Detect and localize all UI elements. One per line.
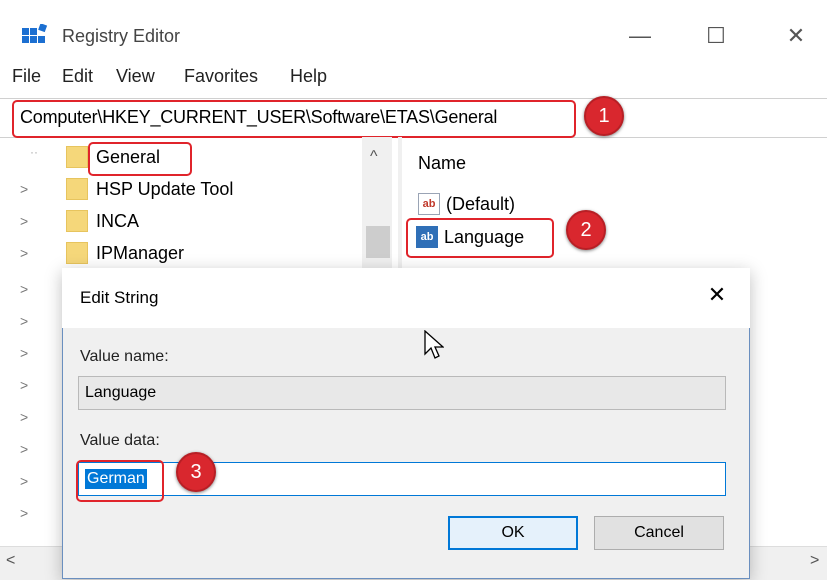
highlight-box-1 (12, 100, 576, 138)
chevron-right-icon[interactable]: > (20, 345, 28, 361)
menu-edit[interactable]: Edit (62, 66, 93, 87)
scroll-up-icon[interactable]: ^ (370, 148, 378, 166)
dialog-close-button[interactable]: ✕ (702, 280, 732, 310)
annotation-badge-3: 3 (176, 452, 216, 492)
scroll-right-icon[interactable]: > (810, 552, 819, 570)
tree-item-ipmanager[interactable]: > IPManager (0, 237, 360, 269)
value-data-label: Value data: (80, 432, 160, 449)
tree-item-label: INCA (96, 211, 140, 231)
mouse-cursor-icon (424, 330, 444, 359)
chevron-right-icon[interactable]: > (20, 505, 28, 521)
title-bar: Registry Editor — ☐ ✕ (0, 0, 827, 64)
menu-help[interactable]: Help (290, 66, 327, 87)
window-title: Registry Editor (62, 26, 181, 46)
folder-icon (66, 210, 88, 232)
highlight-box-2 (406, 218, 554, 258)
chevron-right-icon[interactable]: > (20, 377, 28, 393)
menu-file[interactable]: File (12, 66, 41, 87)
chevron-right-icon[interactable]: > (20, 245, 28, 261)
tree-item-label: HSP Update Tool (96, 179, 234, 199)
string-value-icon: ab (418, 193, 440, 215)
chevron-right-icon[interactable]: > (20, 281, 28, 297)
tree-item-inca[interactable]: > INCA (0, 205, 360, 237)
minimize-button[interactable]: — (620, 18, 660, 54)
value-name-field: Language (78, 376, 726, 410)
chevron-right-icon[interactable]: > (20, 441, 28, 457)
value-data-input[interactable]: German (78, 462, 726, 496)
scroll-left-icon[interactable]: < (6, 552, 15, 570)
value-name: (Default) (446, 194, 516, 214)
menu-favorites[interactable]: Favorites (184, 66, 258, 87)
chevron-right-icon[interactable]: > (20, 181, 28, 197)
column-header-name[interactable]: Name (418, 153, 466, 174)
chevron-right-icon[interactable]: > (20, 313, 28, 329)
annotation-badge-1: 1 (584, 96, 624, 136)
close-window-button[interactable]: ✕ (776, 18, 816, 54)
menu-view[interactable]: View (116, 66, 155, 87)
folder-icon (66, 178, 88, 200)
tree-item-label: IPManager (96, 243, 185, 263)
tree-scroll-thumb[interactable] (366, 226, 390, 258)
registry-editor-icon (22, 24, 48, 43)
highlight-box-3 (76, 460, 164, 502)
folder-icon (66, 146, 88, 168)
dialog-title: Edit String (80, 288, 159, 307)
cancel-button[interactable]: Cancel (594, 516, 724, 550)
chevron-right-icon[interactable]: > (20, 473, 28, 489)
tree-item-hsp-update-tool[interactable]: > HSP Update Tool (0, 173, 360, 205)
value-name-label: Value name: (80, 348, 169, 365)
maximize-button[interactable]: ☐ (696, 18, 736, 54)
menu-bar: File Edit View Favorites Help (0, 66, 827, 96)
chevron-right-icon[interactable]: > (20, 213, 28, 229)
ok-button[interactable]: OK (448, 516, 578, 550)
dialog-title-bar (62, 268, 750, 328)
chevron-right-icon[interactable]: > (20, 409, 28, 425)
annotation-badge-2: 2 (566, 210, 606, 250)
folder-icon (66, 242, 88, 264)
highlight-box-general (88, 142, 192, 176)
